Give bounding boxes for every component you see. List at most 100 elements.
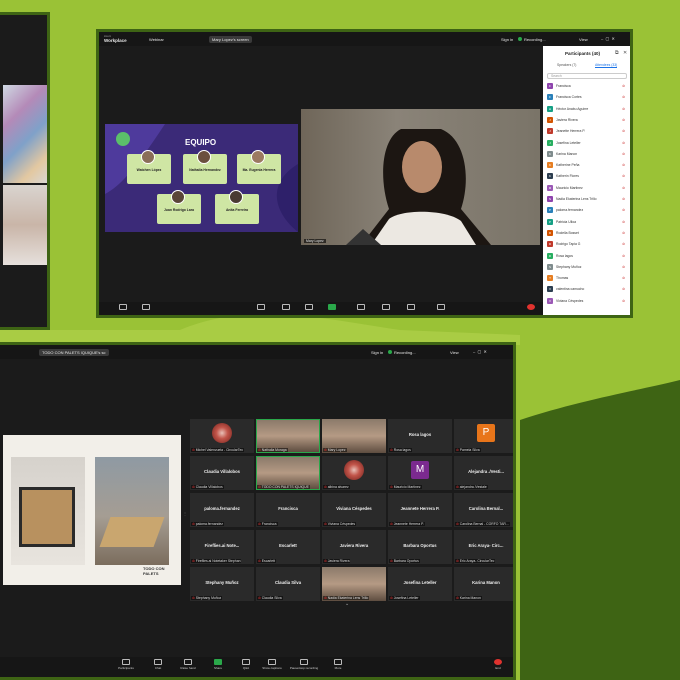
control-pause-stop-recording-button[interactable]: Pause/stop recording — [289, 659, 319, 670]
muted-mic-icon[interactable]: ⊘ — [622, 242, 625, 246]
tab-screen-share[interactable]: TODO CON PALETS IQUIQUE's sc — [39, 349, 109, 356]
participant-tile[interactable]: ⊘ Nathalia Moraga — [256, 419, 320, 453]
participant-row[interactable]: J Javiera Rivera ⊘ — [547, 116, 627, 124]
muted-mic-icon[interactable]: ⊘ — [622, 186, 625, 190]
muted-mic-icon[interactable]: ⊘ — [622, 118, 625, 122]
participant-row[interactable]: R Rosa lagos ⊘ — [547, 252, 627, 260]
participant-row[interactable]: Vvalentina camucho ⊘ — [547, 286, 627, 293]
tab-speakers[interactable]: Speakers (7) — [557, 63, 576, 67]
participant-row[interactable]: S Stephany Muñoz ⊘ — [547, 263, 627, 271]
participant-row[interactable]: F Francisca Cortes ⊘ — [547, 94, 627, 101]
close-icon[interactable]: ✕ — [623, 50, 627, 56]
participant-row[interactable]: K Karina Manon ⊘ — [547, 150, 627, 158]
tab-attendees[interactable]: Attendees (33) — [595, 63, 618, 68]
participant-tile[interactable]: Viviana Céspedes ⊘ Viviana Céspedes — [322, 493, 386, 527]
sign-in-link[interactable]: Sign in — [371, 350, 383, 355]
gallery-next-icon[interactable]: ⌄ — [345, 601, 349, 607]
control-chat-button[interactable]: Chat — [143, 659, 173, 670]
participant-tile[interactable]: Rosa lagos ⊘ Rosa lagos — [388, 419, 452, 453]
control-more-button[interactable]: More — [323, 659, 353, 670]
control-end-button[interactable]: End — [483, 659, 513, 670]
participant-row[interactable]: K Katherin Flores ⊘ — [547, 173, 627, 180]
window-controls[interactable]: – ▢ ✕ — [473, 349, 487, 354]
participant-tile[interactable]: ⊘ albina alvarez — [322, 456, 386, 490]
participant-row[interactable]: K Katherine Peña ⊘ — [547, 162, 627, 169]
muted-mic-icon[interactable]: ⊘ — [622, 299, 625, 303]
muted-mic-icon[interactable]: ⊘ — [622, 107, 625, 111]
participant-tile[interactable]: paloma.fernandez ⊘ paloma.fernandez — [190, 493, 254, 527]
view-menu[interactable]: View — [579, 37, 588, 42]
participant-tile[interactable]: Carolina Bernal... ⊘ Carolina Bernal - CO… — [454, 493, 513, 527]
participant-row[interactable]: H Héctor Anabu Aguirre ⊘ — [547, 105, 627, 113]
participant-tile[interactable]: Francisca ⊘ Francisca — [256, 493, 320, 527]
muted-mic-icon[interactable]: ⊘ — [622, 141, 625, 145]
control-captions-button[interactable] — [399, 304, 423, 310]
control-more-button[interactable] — [429, 304, 453, 310]
participant-tile[interactable]: Alejandra ./Vesti... ⊘ alejandra /Vestale — [454, 456, 513, 490]
window-controls[interactable]: – ▢ ✕ — [601, 36, 615, 41]
participant-tile[interactable]: Barbara Oportus ⊘ Barbara Oportus — [388, 530, 452, 564]
participant-row[interactable]: R Rodella Bosset ⊘ — [547, 229, 627, 237]
sign-in-link[interactable]: Sign in — [501, 37, 513, 42]
control-video-button[interactable] — [134, 304, 158, 310]
muted-mic-icon[interactable]: ⊘ — [622, 95, 625, 99]
participant-tile[interactable]: Javiera Rivera ⊘ Javiera Rivera — [322, 530, 386, 564]
control-raise-hand-button[interactable]: Raise hand — [173, 659, 203, 670]
tab-screen-share[interactable]: Mary Lopez's screen — [209, 36, 252, 43]
control-show-captions-button[interactable]: Show captions — [257, 659, 287, 670]
control-share-button[interactable]: Share — [203, 659, 233, 670]
control-leave-button[interactable] — [519, 304, 543, 310]
participant-row[interactable]: Ppaloma.fernandez ⊘ — [547, 207, 627, 214]
participant-row[interactable]: J Josefina Leteller ⊘ — [547, 139, 627, 147]
participant-tile[interactable]: Escarlett ⊘ Escarlett — [256, 530, 320, 564]
control-participants-button[interactable] — [249, 304, 273, 310]
view-menu[interactable]: View — [450, 350, 459, 355]
participant-tile[interactable]: Jeannete Herrera P. ⊘ Jeannete Herrera P. — [388, 493, 452, 527]
muted-mic-icon[interactable]: ⊘ — [622, 254, 625, 258]
participant-row[interactable]: P Patricia Ulloa ⊘ — [547, 218, 627, 226]
control-audio-button[interactable] — [111, 304, 135, 310]
participant-row[interactable]: V Viviana Céspedes ⊘ — [547, 297, 627, 305]
popout-icon[interactable]: ⧉ — [615, 50, 619, 56]
control-react-button[interactable] — [297, 304, 321, 310]
muted-mic-icon[interactable]: ⊘ — [622, 220, 625, 224]
tab-home[interactable]: Webinar — [149, 37, 164, 42]
participant-row[interactable]: M Mauricio Martinez ⊘ — [547, 184, 627, 192]
control-apps-button[interactable] — [349, 304, 373, 310]
search-input[interactable]: Search — [547, 73, 627, 79]
muted-mic-icon[interactable]: ⊘ — [622, 231, 625, 235]
participant-tile[interactable]: ⊘ Nadia Ekaterina Lens Trillo — [322, 567, 386, 601]
participant-row[interactable]: T Thomas ⊘ — [547, 275, 627, 282]
muted-mic-icon[interactable]: ⊘ — [622, 152, 625, 156]
participant-tile[interactable]: Eric Araya- Circ... ⊘ Eric Araya- Circula… — [454, 530, 513, 564]
control-share-button[interactable] — [320, 304, 344, 310]
muted-mic-icon[interactable]: ⊘ — [622, 129, 625, 133]
muted-mic-icon[interactable]: ⊘ — [622, 163, 625, 167]
control-chat-button[interactable] — [274, 304, 298, 310]
participant-row[interactable]: J Jeanette Herrera P. ⊘ — [547, 128, 627, 135]
muted-mic-icon[interactable]: ⊘ — [622, 287, 625, 291]
participant-tile[interactable]: Karina Manon ⊘ Karina Manon — [454, 567, 513, 601]
participant-row[interactable]: R Rodrigo Tapia G ⊘ — [547, 241, 627, 248]
collapse-handle-icon[interactable]: ⋮ — [183, 511, 187, 516]
participant-tile[interactable]: M ⊘ Mauricio Martinez — [388, 456, 452, 490]
muted-mic-icon[interactable]: ⊘ — [622, 197, 625, 201]
muted-mic-icon[interactable]: ⊘ — [622, 174, 625, 178]
participant-tile[interactable]: Claudia Silva ⊘ Claudia Silva — [256, 567, 320, 601]
control-participants-button[interactable]: Participants — [111, 659, 141, 670]
muted-mic-icon[interactable]: ⊘ — [622, 208, 625, 212]
participant-tile[interactable]: Claudia Villalobos ⊘ Claudia Villalobos — [190, 456, 254, 490]
participant-tile[interactable]: Josefina Leteller ⊘ Josefina Leteller — [388, 567, 452, 601]
control-record-button[interactable] — [374, 304, 398, 310]
muted-mic-icon[interactable]: ⊘ — [622, 84, 625, 88]
participant-tile[interactable]: P ⊘ Pamela Silva — [454, 419, 513, 453]
muted-mic-icon[interactable]: ⊘ — [622, 276, 625, 280]
participant-tile[interactable]: ⊘ Mary Lopez — [322, 419, 386, 453]
participant-tile[interactable]: Stephany Muñoz ⊘ Stephany Muñoz — [190, 567, 254, 601]
participant-row[interactable]: F Francisca ⊘ — [547, 83, 627, 90]
participant-tile[interactable]: ⊘ Michel Valenzuela - CircularTec — [190, 419, 254, 453]
participant-row[interactable]: N Nadia Ekaterina Lens Trillo ⊘ — [547, 196, 627, 203]
participant-tile[interactable]: Fireflies.ai Note... ⊘ Fireflies.ai Notet… — [190, 530, 254, 564]
participant-tile[interactable]: ⊘ TODO CON PALETS IQUIQUE — [256, 456, 320, 490]
muted-mic-icon[interactable]: ⊘ — [622, 265, 625, 269]
